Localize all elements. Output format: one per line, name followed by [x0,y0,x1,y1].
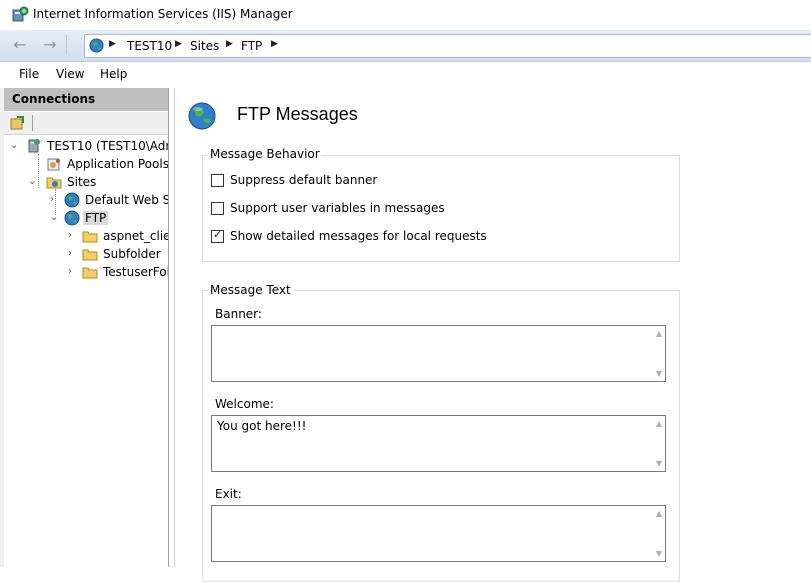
welcome-textarea[interactable]: You got here!!! ▲ ▼ [211,415,666,472]
message-behavior-legend: Message Behavior [208,147,322,161]
main-pane: FTP Messages Message Behavior Suppress d… [174,88,811,582]
checkbox-label: Suppress default banner [230,173,378,187]
tree-item-testuserfolder[interactable]: › TestuserFolc [68,264,168,281]
checkbox-box[interactable] [211,202,224,215]
message-text-legend: Message Text [208,283,293,297]
expand-chevron-icon[interactable]: › [68,230,78,241]
address-bar: ← → ▶ TEST10 ▶ Sites ▶ FTP ▶ [0,30,811,62]
menu-help[interactable]: Help [100,67,127,81]
nav-separator [66,35,67,55]
collapse-chevron-icon[interactable]: ⌄ [50,212,60,223]
scroll-down-icon[interactable]: ▼ [656,369,662,378]
window-title: Internet Information Services (IIS) Mana… [33,7,293,21]
globe-icon [64,192,80,208]
globe-icon [89,38,104,53]
iis-manager-icon [12,6,29,22]
breadcrumb-arrow-icon: ▶ [271,39,278,49]
tree-label: aspnet_clier [103,229,169,243]
collapse-chevron-icon[interactable]: ⌄ [10,140,20,151]
folder-icon [82,231,98,243]
folder-icon [82,249,98,261]
welcome-value: You got here!!! [217,419,307,433]
toolbar-separator [32,115,33,131]
globe-icon [64,210,80,226]
scroll-down-icon[interactable]: ▼ [656,459,662,468]
tree-label: TestuserFolc [103,265,168,279]
tree-label: Default Web Sit [85,193,169,207]
menu-file[interactable]: File [19,67,39,81]
folder-icon [82,267,98,279]
checkbox-label: Support user variables in messages [230,201,445,215]
tree-item-subfolder[interactable]: › Subfolder [68,246,168,263]
checkbox-box[interactable] [211,174,224,187]
arrow-left-icon: ← [13,35,27,54]
server-icon [28,139,40,153]
sites-folder-icon [46,177,62,189]
tree-item-application-pools[interactable]: Application Pools [26,156,169,173]
scroll-up-icon[interactable]: ▲ [656,329,662,338]
app-pools-icon [47,158,60,171]
tree-item-aspnet-client[interactable]: › aspnet_clier [68,228,169,245]
tree-label: Subfolder [103,247,161,261]
checkbox-label: Show detailed messages for local request… [230,229,487,243]
exit-textarea[interactable]: ▲ ▼ [211,505,666,562]
scroll-up-icon[interactable]: ▲ [656,509,662,518]
breadcrumb-test10[interactable]: TEST10 [127,39,172,53]
banner-label: Banner: [215,307,262,321]
forward-button[interactable]: → [36,34,64,56]
banner-textarea[interactable]: ▲ ▼ [211,325,666,382]
expand-chevron-icon[interactable]: › [68,266,78,277]
tree-item-ftp[interactable]: ⌄ FTP [50,210,168,227]
breadcrumb-arrow-icon: ▶ [226,39,233,49]
welcome-label: Welcome: [215,397,274,411]
tree-label: Application Pools [67,157,169,171]
breadcrumb-arrow-icon: ▶ [175,39,182,49]
scroll-down-icon[interactable]: ▼ [656,549,662,558]
breadcrumb-ftp[interactable]: FTP [241,39,262,53]
expand-chevron-icon[interactable]: › [68,248,78,259]
collapse-chevron-icon[interactable]: ⌄ [28,176,38,187]
expand-chevron-icon[interactable]: › [50,194,60,205]
menu-view[interactable]: View [56,67,84,81]
globe-icon [188,102,216,130]
scroll-up-icon[interactable]: ▲ [656,419,662,428]
title-bar: Internet Information Services (IIS) Mana… [0,0,811,30]
tree-item-server[interactable]: ⌄ TEST10 (TEST10\Admin [10,138,168,155]
tree-label: FTP [83,211,109,225]
tree-item-sites[interactable]: ⌄ Sites [28,174,168,191]
tree-label: TEST10 (TEST10\Admin [47,139,168,153]
connections-pane: Connections ⌄ TEST10 (TEST10\Admin Appli… [4,88,169,567]
arrow-right-icon: → [43,35,57,54]
connections-toolbar [4,112,168,135]
breadcrumb-arrow-icon: ▶ [109,39,116,49]
page-title: FTP Messages [237,104,358,124]
breadcrumb-sites[interactable]: Sites [190,39,219,53]
connect-icon[interactable] [10,115,26,131]
menu-bar: File View Help [0,62,811,86]
address-path[interactable]: ▶ TEST10 ▶ Sites ▶ FTP ▶ [84,34,811,58]
exit-label: Exit: [215,487,242,501]
tree-label: Sites [67,175,97,189]
back-button[interactable]: ← [6,34,34,56]
tree-item-default-web-site[interactable]: › Default Web Sit [50,192,169,209]
connections-header: Connections [4,88,168,111]
checkbox-box[interactable] [211,228,224,243]
